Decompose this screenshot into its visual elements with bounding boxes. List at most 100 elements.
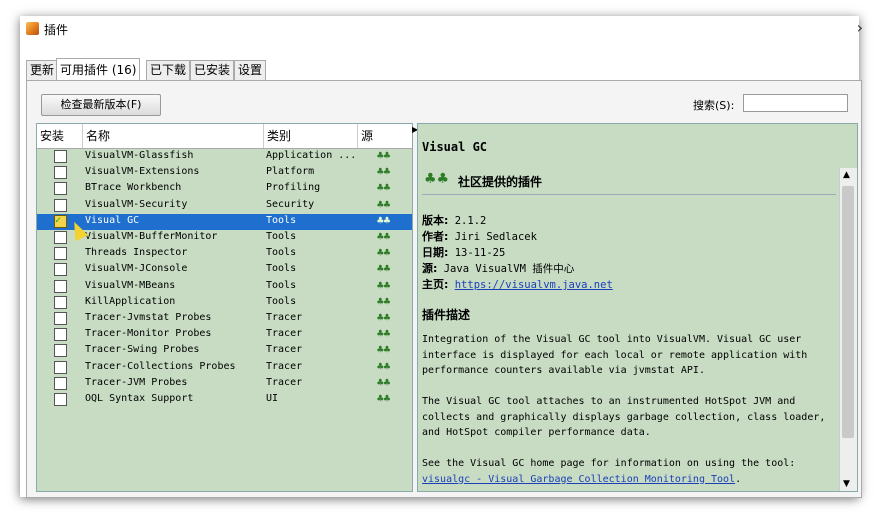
community-icon: ♣♣ (377, 246, 391, 260)
install-checkbox[interactable] (54, 263, 67, 277)
plugin-category: Tools (266, 279, 297, 291)
tab-updates[interactable]: 更新 (26, 60, 59, 80)
community-icon: ♣♣ (377, 278, 391, 292)
header-category[interactable]: 类别 (264, 124, 358, 148)
title-bar: 插件 › (20, 16, 863, 42)
detail-title: Visual GC (422, 140, 488, 154)
scroll-down-icon[interactable]: ▼ (843, 479, 850, 489)
table-row[interactable]: Tracer-Monitor Probes Tracer ♣♣ (37, 327, 412, 343)
table-row[interactable]: VisualVM-BufferMonitor Tools ♣♣ (37, 230, 412, 246)
table-row[interactable]: Threads Inspector Tools ♣♣ (37, 246, 412, 262)
header-install[interactable]: 安装 (37, 124, 83, 148)
header-name[interactable]: 名称 (83, 124, 264, 148)
table-row[interactable]: OQL Syntax Support UI ♣♣ (37, 392, 412, 408)
community-icon: ♣♣ (377, 197, 391, 211)
plugin-name: VisualVM-JConsole (85, 263, 188, 275)
version-value: 2.1.2 (454, 215, 487, 227)
community-icon: ♣♣ (377, 149, 391, 162)
install-checkbox[interactable] (54, 279, 67, 293)
detail-scrollbar[interactable]: ▲ ▼ (839, 168, 857, 491)
visualgc-link[interactable]: visualgc - Visual Garbage Collection Mon… (422, 474, 735, 485)
plugin-category: Platform (266, 166, 315, 178)
community-icon: ♣♣ (377, 181, 391, 195)
table-row[interactable]: VisualVM-Security Security ♣♣ (37, 198, 412, 214)
plugin-name: Visual GC (85, 214, 140, 226)
install-checkbox[interactable] (54, 150, 67, 163)
install-checkbox[interactable] (54, 182, 67, 196)
community-icon: ♣♣ (377, 327, 391, 341)
source-label: 源: (422, 262, 438, 275)
homepage-label: 主页: (422, 278, 449, 291)
search-input[interactable] (743, 94, 848, 112)
homepage-link[interactable]: https://visualvm.java.net (455, 279, 613, 291)
install-checkbox[interactable] (54, 295, 67, 309)
plugin-name: VisualVM-BufferMonitor (85, 231, 218, 242)
plugin-name: Tracer-Collections Probes (85, 360, 236, 372)
install-checkbox[interactable] (54, 360, 67, 374)
author-label: 作者: (422, 230, 449, 243)
header-source[interactable]: 源 (358, 124, 412, 148)
plugin-name: KillApplication (85, 295, 176, 307)
install-checkbox[interactable]: ✓ (54, 214, 67, 228)
install-checkbox[interactable] (54, 328, 67, 342)
table-row[interactable]: VisualVM-Extensions Platform ♣♣ (37, 165, 412, 181)
community-icon: ♣♣ (377, 375, 391, 389)
community-icon: ♣♣ (377, 359, 391, 373)
version-label: 版本: (422, 214, 449, 227)
community-icon: ♣♣ (377, 294, 391, 308)
source-row: 源: Java VisualVM 插件中心 (422, 260, 574, 276)
community-icon: ♣♣ (377, 311, 391, 324)
plugin-category: Tools (266, 295, 297, 307)
plugin-category: Application ... (266, 150, 357, 161)
app-icon (26, 22, 39, 35)
author-row: 作者: Jiri Sedlacek (422, 228, 537, 244)
plugin-name: Tracer-JVM Probes (85, 376, 188, 388)
install-checkbox[interactable] (54, 393, 67, 406)
plugin-detail: Visual GC ♣♣ 社区提供的插件 版本: 2.1.2 作者: Jiri … (417, 123, 858, 492)
version-row: 版本: 2.1.2 (422, 212, 486, 228)
check-latest-button[interactable]: 检查最新版本(F) (41, 94, 161, 116)
install-checkbox[interactable] (54, 344, 67, 358)
scroll-up-icon[interactable]: ▲ (843, 170, 850, 180)
install-checkbox[interactable] (54, 166, 67, 180)
table-row[interactable]: Tracer-Swing Probes Tracer ♣♣ (37, 343, 412, 359)
table-row[interactable]: Tracer-Collections Probes Tracer ♣♣ (37, 360, 412, 376)
para3-suffix: . (735, 473, 742, 485)
tab-settings[interactable]: 设置 (234, 60, 267, 80)
table-row[interactable]: ✓ Visual GC Tools ♣♣ (37, 213, 412, 230)
table-row[interactable]: Tracer-Jvmstat Probes Tracer ♣♣ (37, 311, 412, 327)
tab-downloaded[interactable]: 已下载 (146, 60, 191, 80)
date-value: 13-11-25 (454, 247, 506, 259)
detail-scroll-area: ♣♣ 社区提供的插件 版本: 2.1.2 作者: Jiri Sedlacek 日… (418, 168, 857, 491)
description-paragraph-3: See the Visual GC home page for informat… (422, 456, 836, 487)
description-paragraph-2: The Visual GC tool attaches to an instru… (422, 396, 826, 438)
plugin-name: VisualVM-Security (85, 198, 188, 210)
tab-installed[interactable]: 已安装 (190, 60, 235, 80)
source-value: Java VisualVM 插件中心 (443, 263, 575, 275)
search-label: 搜索(S): (693, 99, 735, 112)
plugins-window: 插件 › 更新 可用插件 (16) 已下载 已安装 设置 检查最新版本(F) 搜… (20, 16, 863, 498)
install-checkbox[interactable] (54, 247, 67, 261)
tab-available-plugins[interactable]: 可用插件 (16) (56, 58, 141, 81)
table-row[interactable]: KillApplication Tools ♣♣ (37, 295, 412, 311)
table-row[interactable]: BTrace Workbench Profiling ♣♣ (37, 181, 412, 197)
scroll-thumb[interactable] (842, 186, 854, 438)
close-icon[interactable]: › (857, 18, 863, 37)
description-heading: 插件描述 (422, 308, 471, 322)
plugin-category: UI (266, 393, 279, 404)
plugin-category: Profiling (266, 182, 321, 194)
plugin-name: VisualVM-MBeans (85, 279, 176, 291)
list-header: 安装 名称 类别 源 (37, 124, 412, 149)
install-checkbox[interactable] (54, 376, 67, 390)
table-row[interactable]: VisualVM-MBeans Tools ♣♣ (37, 279, 412, 295)
install-checkbox[interactable] (54, 312, 67, 325)
plugin-name: VisualVM-Glassfish (85, 150, 194, 161)
install-checkbox[interactable] (54, 198, 67, 212)
plugin-category: Tracer (266, 328, 303, 340)
date-row: 日期: 13-11-25 (422, 244, 505, 260)
table-row[interactable]: VisualVM-Glassfish Application ... ♣♣ (37, 149, 412, 165)
available-plugins-panel: 检查最新版本(F) 搜索(S): 安装 名称 类别 源 VisualVM-Gla… (26, 80, 862, 498)
table-row[interactable]: VisualVM-JConsole Tools ♣♣ (37, 262, 412, 278)
install-checkbox[interactable] (54, 231, 67, 244)
table-row[interactable]: Tracer-JVM Probes Tracer ♣♣ (37, 376, 412, 392)
